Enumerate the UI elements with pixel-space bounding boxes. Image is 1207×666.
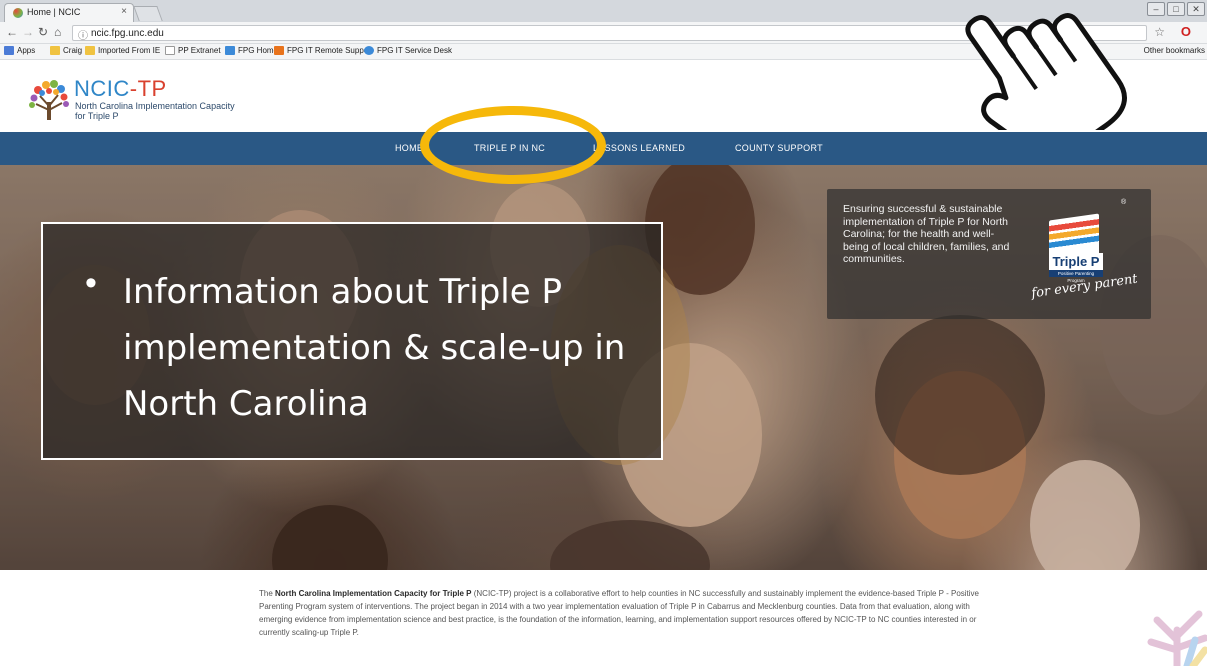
site-logo-title[interactable]: NCIC-TP	[74, 76, 167, 102]
tab-title: Home | NCIC	[27, 7, 81, 17]
intro-paragraph: The North Carolina Implementation Capaci…	[259, 589, 979, 637]
nav-lessons-learned[interactable]: LESSONS LEARNED	[593, 143, 685, 153]
remote-support-icon	[274, 46, 284, 55]
registered-mark: ®	[1121, 199, 1127, 206]
callout-bullet: •	[85, 264, 97, 302]
bookmark-fpg-it-service-desk[interactable]: FPG IT Service Desk	[364, 46, 452, 55]
site-favicon-icon	[13, 8, 23, 18]
bookmark-pp-extranet[interactable]: PP Extranet	[165, 46, 221, 55]
apps-grid-icon	[4, 46, 14, 55]
nav-home[interactable]: HOME	[395, 143, 423, 153]
page-icon	[165, 46, 175, 55]
folder-icon	[85, 46, 95, 55]
bookmark-craig[interactable]: Craig	[50, 46, 82, 55]
tagline-panel: Ensuring successful & sustainable implem…	[827, 189, 1151, 319]
triple-p-wordmark: Triple P	[1049, 253, 1103, 271]
tab-close-icon[interactable]: ×	[121, 6, 127, 17]
home-icon[interactable]: ⌂	[54, 25, 61, 39]
hero-image: • Information about Triple P implementat…	[0, 165, 1207, 570]
bookmark-fpg-home[interactable]: FPG Home	[225, 46, 278, 55]
site-logo-subtitle: North Carolina Implementation Capacity f…	[75, 101, 235, 121]
forward-arrow-icon[interactable]: →	[22, 25, 34, 39]
callout-box: • Information about Triple P implementat…	[41, 222, 663, 460]
intro-bold-name: North Carolina Implementation Capacity f…	[275, 589, 472, 598]
back-arrow-icon[interactable]: ←	[6, 25, 18, 39]
triple-p-logo[interactable]: Triple P Positive Parenting Program for …	[1027, 197, 1145, 305]
highlight-ellipse	[420, 106, 606, 184]
folder-icon	[50, 46, 60, 55]
pointing-hand-cursor-icon	[965, 13, 1127, 130]
url-text: ncic.fpg.unc.edu	[91, 28, 164, 39]
bookmark-fpg-it-remote-support[interactable]: FPG IT Remote Support	[274, 46, 373, 55]
browser-tab[interactable]: Home | NCIC ×	[4, 3, 134, 22]
info-icon[interactable]: ⓘ	[78, 27, 88, 42]
tagline-text: Ensuring successful & sustainable implem…	[843, 203, 1010, 266]
nav-county-support[interactable]: COUNTY SUPPORT	[735, 143, 823, 153]
triple-p-small-text: Positive Parenting Program	[1049, 270, 1103, 283]
decorative-tree-art	[1147, 610, 1207, 666]
bookmark-apps[interactable]: Apps	[4, 46, 35, 55]
fpg-icon	[225, 46, 235, 55]
opera-extension-icon[interactable]: O	[1181, 24, 1191, 39]
bookmark-imported-from-ie[interactable]: Imported From IE	[85, 46, 160, 55]
maximize-icon[interactable]: □	[1167, 2, 1185, 16]
close-window-icon[interactable]: ✕	[1187, 2, 1205, 16]
new-tab-button[interactable]	[133, 6, 163, 21]
callout-text: Information about Triple P implementatio…	[123, 272, 626, 424]
tree-logo-icon[interactable]	[28, 78, 70, 122]
reload-icon[interactable]: ↻	[38, 25, 48, 39]
globe-icon	[364, 46, 374, 55]
